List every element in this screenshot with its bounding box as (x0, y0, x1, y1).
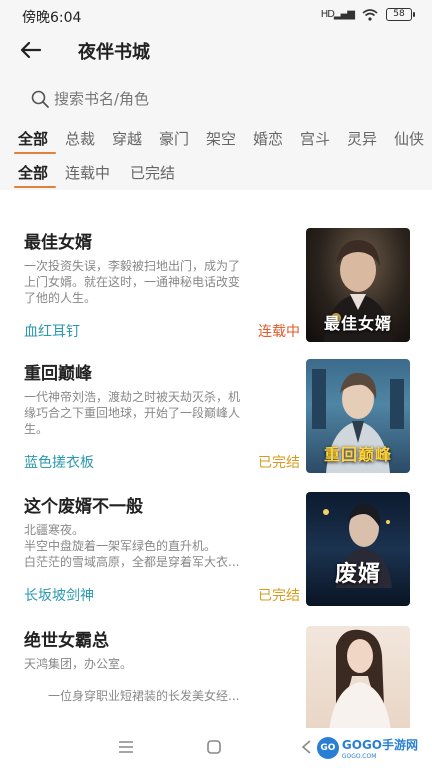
category-underline (14, 152, 56, 154)
book-title: 这个废婿不一般 (24, 497, 143, 517)
page-title: 夜伴书城 (78, 42, 150, 63)
status-tab[interactable]: 已完结 (130, 162, 175, 183)
category-tab[interactable]: 仙侠 (394, 128, 424, 149)
desc-line (24, 672, 292, 688)
cover-title: 废婿 (334, 562, 381, 587)
watermark-logo: GO GOGO手游网 GOGO.COM (316, 736, 418, 760)
book-description: 天鸿集团，办公室。 一位身穿职业短裙装的长发美女经... (24, 656, 292, 704)
wifi-icon (362, 8, 378, 21)
home-icon[interactable] (206, 739, 222, 755)
book-item[interactable]: 重回巅峰 一代神帝刘浩，渡劫之时被天劫灭杀，机 缘巧合之下重回地球，开始了一段巅… (24, 359, 410, 479)
search-bar[interactable]: 搜索书名/角色 (30, 88, 149, 109)
book-item[interactable]: 最佳女婿 一次投资失误，李毅被扫地出门，成为了 上门女婿。就在这时，一通神秘电话… (24, 228, 410, 348)
desc-line: 北疆寒夜。 (24, 523, 85, 537)
system-nav-bar: GO GOGO手游网 GOGO.COM (0, 728, 432, 768)
book-status: 连载中 (258, 324, 300, 340)
desc-line: 生。 (24, 422, 49, 436)
desc-line: 半空中盘旋着一架军绿色的直升机。 (24, 539, 217, 553)
status-tab[interactable]: 连载中 (65, 162, 110, 183)
status-underline (14, 186, 56, 188)
desc-line: 一代神帝刘浩，渡劫之时被天劫灭杀，机 (24, 390, 241, 404)
book-author: 血红耳钉 (24, 324, 80, 340)
signal-label: HD (320, 9, 335, 20)
category-tab[interactable]: 婚恋 (253, 128, 283, 149)
book-item[interactable]: 绝世女霸总 天鸿集团，办公室。 一位身穿职业短裙装的长发美女经... (24, 626, 410, 728)
status-tabs: 全部 连载中 已完结 (0, 162, 432, 190)
watermark-badge: GO (316, 737, 339, 759)
category-tab[interactable]: 灵异 (347, 128, 377, 149)
category-tab[interactable]: 总裁 (65, 128, 95, 149)
desc-line: 缘巧合之下重回地球，开始了一段巅峰人 (24, 406, 241, 420)
cover-illustration (329, 629, 391, 728)
book-title: 最佳女婿 (24, 233, 92, 253)
book-author: 长坂坡剑神 (24, 588, 94, 604)
category-tab[interactable]: 全部 (18, 128, 48, 149)
book-status: 已完结 (258, 455, 300, 471)
cover-title: 重回巅峰 (323, 445, 392, 464)
book-cover[interactable]: 废婿 (306, 492, 410, 606)
desc-line: 一位身穿职业短裙装的长发美女经... (24, 689, 240, 703)
book-description: 一次投资失误，李毅被扫地出门，成为了 上门女婿。就在这时，一通神秘电话改变 了他… (24, 258, 292, 306)
signal-icon: HD▂▄▆ (320, 9, 355, 20)
book-cover[interactable]: 最佳女婿 (306, 228, 410, 342)
category-tab[interactable]: 架空 (206, 128, 236, 149)
watermark-subtext: GOGO.COM (341, 753, 377, 760)
desc-line: 天鸿集团，办公室。 (24, 657, 133, 671)
back-arrow-icon[interactable] (18, 38, 44, 62)
back-icon[interactable] (300, 739, 312, 755)
battery-level: 58 (393, 9, 405, 19)
status-icons: HD▂▄▆ 58 (320, 8, 415, 21)
search-icon (31, 90, 49, 108)
book-description: 北疆寒夜。 半空中盘旋着一架军绿色的直升机。 白茫茫的雪域高原，全都是穿着军大衣… (24, 522, 292, 570)
cover-title: 最佳女婿 (323, 314, 392, 333)
book-item[interactable]: 这个废婿不一般 北疆寒夜。 半空中盘旋着一架军绿色的直升机。 白茫茫的雪域高原，… (24, 492, 410, 612)
category-tab[interactable]: 穿越 (112, 128, 142, 149)
book-cover[interactable] (306, 626, 410, 728)
book-title: 重回巅峰 (24, 364, 92, 384)
status-tab[interactable]: 全部 (18, 162, 48, 183)
watermark-text-group: GOGO手游网 GOGO.COM (342, 736, 418, 760)
book-author: 蓝色搓衣板 (24, 455, 94, 471)
app-header: 夜伴书城 (0, 30, 432, 72)
book-status: 已完结 (258, 588, 300, 604)
book-title: 绝世女霸总 (24, 631, 109, 651)
book-list: 最佳女婿 一次投资失误，李毅被扫地出门，成为了 上门女婿。就在这时，一通神秘电话… (0, 190, 432, 728)
desc-line: 一次投资失误，李毅被扫地出门，成为了 (24, 259, 241, 273)
category-tab[interactable]: 宫斗 (300, 128, 330, 149)
status-bar: 傍晚6:04 HD▂▄▆ 58 (0, 0, 432, 30)
status-time: 傍晚6:04 (22, 10, 82, 26)
battery-icon: 58 (386, 8, 415, 21)
category-tab[interactable]: 豪门 (159, 128, 189, 149)
desc-line: 上门女婿。就在这时，一通神秘电话改变 (24, 275, 241, 289)
filter-panel: 搜索书名/角色 全部 总裁 穿越 豪门 架空 婚恋 宫斗 灵异 仙侠 全部 连载… (0, 72, 432, 190)
cover-illustration (323, 503, 392, 588)
category-tabs: 全部 总裁 穿越 豪门 架空 婚恋 宫斗 灵异 仙侠 (0, 128, 432, 156)
menu-icon[interactable] (118, 740, 134, 754)
desc-line: 了他的人生。 (24, 291, 97, 305)
search-input[interactable]: 搜索书名/角色 (54, 88, 149, 109)
watermark-text: GOGO手游网 (341, 738, 418, 752)
book-cover[interactable]: 重回巅峰 (306, 359, 410, 473)
desc-line: 白茫茫的雪域高原，全都是穿着军大衣... (24, 555, 240, 569)
book-description: 一代神帝刘浩，渡劫之时被天劫灭杀，机 缘巧合之下重回地球，开始了一段巅峰人 生。 (24, 389, 292, 437)
